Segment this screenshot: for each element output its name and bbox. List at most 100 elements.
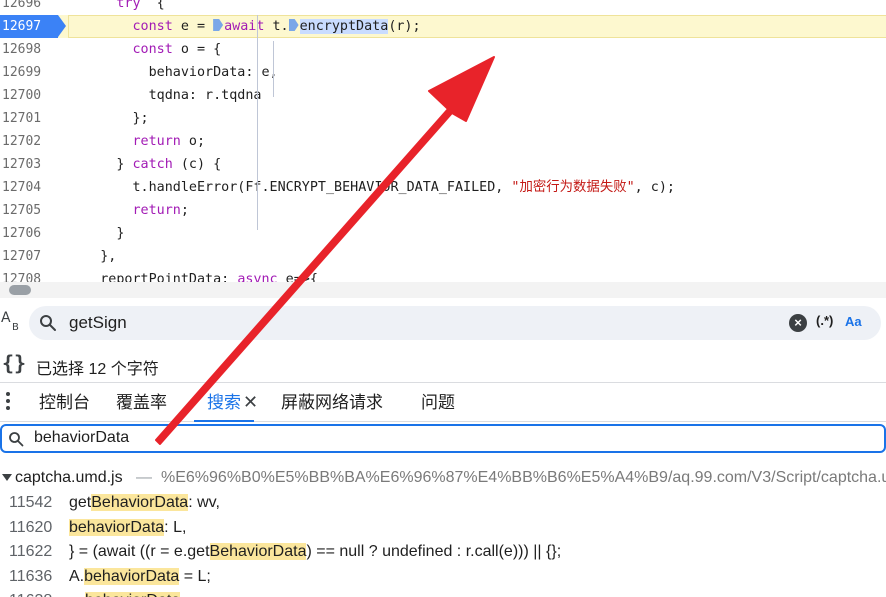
match-case-toggle-icon[interactable]: A B (0, 310, 24, 336)
line-number[interactable]: 12701 (0, 107, 60, 130)
search-result-line[interactable]: 11638 …behaviorData (0, 589, 886, 597)
keyword-token: catch (132, 157, 173, 172)
code-token: } (116, 226, 125, 241)
line-number[interactable]: 12705 (0, 199, 60, 222)
code-line[interactable]: 12700 tqdna: r.tqdna (0, 84, 886, 107)
result-token: = L; (179, 567, 211, 585)
result-file-separator: — (136, 469, 152, 486)
code-text: tqdna: r.tqdna (68, 84, 262, 107)
code-line[interactable]: 12697 const e = await t. encryptData(r); (0, 15, 886, 38)
result-text: } = (await ((r = e.getBehaviorData) == n… (69, 543, 561, 561)
code-text: }, (68, 245, 116, 268)
find-input[interactable]: getSign × (.*) Aa (29, 306, 881, 340)
match-highlight: behaviorData (85, 592, 181, 597)
code-token: e = (172, 19, 214, 34)
editor-status-bar: {} 已选择 12 个字符 (0, 348, 886, 382)
keyword-token: const (132, 19, 173, 34)
line-number[interactable]: 12703 (0, 153, 60, 176)
tab-search[interactable]: 搜索 (194, 383, 254, 422)
line-number[interactable]: 12698 (0, 38, 60, 61)
search-query[interactable]: behaviorData (34, 429, 129, 447)
tab-console[interactable]: 控制台 (39, 383, 90, 422)
code-token: reportPointData: (100, 272, 238, 282)
code-line[interactable]: 12704 t.handleError(Ff.ENCRYPT_BEHAVIOR_… (0, 176, 886, 199)
match-highlight: BehaviorData (209, 543, 307, 560)
code-token: e=>{ (277, 272, 318, 282)
code-line[interactable]: 12705 return; (0, 199, 886, 222)
code-line[interactable]: 12698 const o = { (0, 38, 886, 61)
line-number[interactable]: 12702 (0, 130, 60, 153)
clear-icon[interactable]: × (789, 314, 807, 332)
selection-status: 已选择 12 个字符 (36, 361, 159, 378)
line-number[interactable]: 12707 (0, 245, 60, 268)
code-line[interactable]: 12706 } (0, 222, 886, 245)
indent-guide (257, 15, 258, 230)
tab-network-request-blocking[interactable]: 屏蔽网络请求 (281, 383, 383, 422)
search-result-line[interactable]: 11636 A.behaviorData = L; (0, 565, 886, 590)
line-number[interactable]: 12708 (0, 268, 60, 282)
breakpoint-marker-icon[interactable] (213, 19, 224, 31)
line-number[interactable]: 12704 (0, 176, 60, 199)
code-token: (c) { (172, 157, 222, 172)
result-text: …behaviorData (69, 592, 181, 597)
result-line-number: 11620 (9, 518, 53, 536)
code-token: , c); (634, 180, 675, 195)
result-text: getBehaviorData: wv, (69, 494, 220, 512)
tab-coverage[interactable]: 覆盖率 (116, 383, 167, 422)
regex-icon[interactable]: (.*) (816, 313, 833, 328)
line-number[interactable]: 12696 (0, 0, 60, 15)
code-line[interactable]: 12703 } catch (c) { (0, 153, 886, 176)
code-token: (r); (388, 19, 421, 34)
result-token: … (69, 592, 85, 597)
indent-guide (273, 41, 274, 97)
code-token: behaviorData: e, (148, 65, 278, 80)
search-result-line[interactable]: 11622} = (await ((r = e.getBehaviorData)… (0, 540, 886, 565)
result-token: A. (69, 567, 85, 585)
find-query[interactable]: getSign (69, 313, 127, 333)
breakpoint-line-number[interactable]: 12697 (0, 15, 66, 38)
match-case-icon[interactable]: Aa (845, 314, 862, 329)
search-input[interactable]: behaviorData (0, 424, 886, 453)
line-number[interactable]: 12699 (0, 61, 60, 84)
match-highlight: BehaviorData (91, 494, 189, 511)
search-result-line[interactable]: 11620 behaviorData: L, (0, 516, 886, 541)
code-token: }; (132, 111, 149, 126)
search-result-line[interactable]: 11542 getBehaviorData: wv, (0, 491, 886, 516)
line-number[interactable]: 12700 (0, 84, 60, 107)
keyword-token: try (116, 0, 141, 11)
keyword-token: await (224, 19, 265, 34)
result-file-header[interactable]: captcha.umd.js — %E6%96%B0%E5%BB%BA%E6%9… (0, 466, 886, 491)
result-file-path: %E6%96%B0%E5%BB%BA%E6%96%87%E4%BB%B6%E5%… (161, 469, 886, 486)
editor-horizontal-scrollbar[interactable] (0, 282, 886, 298)
case-icon-letter-b: B (12, 322, 19, 333)
code-editor[interactable]: 12696 try {12697 const e = await t. encry… (0, 0, 886, 282)
code-line[interactable]: 12707 }, (0, 245, 886, 268)
close-icon[interactable]: ✕ (243, 383, 258, 422)
more-vert-icon[interactable] (6, 392, 12, 414)
code-token: t. (264, 19, 289, 34)
code-token: o = { (172, 42, 222, 57)
code-text: return; (68, 199, 189, 222)
tab-issues[interactable]: 问题 (421, 383, 455, 422)
code-line[interactable]: 12708 reportPointData: async e=>{ (0, 268, 886, 282)
pretty-print-icon[interactable]: {} (2, 351, 26, 375)
code-text: const o = { (68, 38, 222, 61)
case-icon-letter-a: A (1, 310, 11, 326)
keyword-token: async (237, 272, 278, 282)
keyword-token: const (132, 42, 173, 57)
match-highlight: behaviorData (84, 567, 180, 585)
result-file-name: captcha.umd.js (15, 469, 123, 486)
code-line[interactable]: 12699 behaviorData: e, (0, 61, 886, 84)
breakpoint-marker-icon[interactable] (288, 19, 299, 31)
result-token: ) == null ? undefined : r.call(e))) || {… (306, 543, 562, 560)
scrollbar-thumb[interactable] (9, 285, 31, 295)
line-number[interactable]: 12706 (0, 222, 60, 245)
code-line[interactable]: 12702 return o; (0, 130, 886, 153)
code-line[interactable]: 12701 }; (0, 107, 886, 130)
result-token: : L, (164, 518, 187, 536)
string-token: "加密行为数据失败" (511, 180, 635, 195)
code-line[interactable]: 12696 try { (0, 0, 886, 15)
expand-triangle-icon[interactable] (2, 474, 12, 481)
code-text: reportPointData: async e=>{ (68, 268, 318, 282)
match-highlight: behaviorData (69, 518, 165, 536)
